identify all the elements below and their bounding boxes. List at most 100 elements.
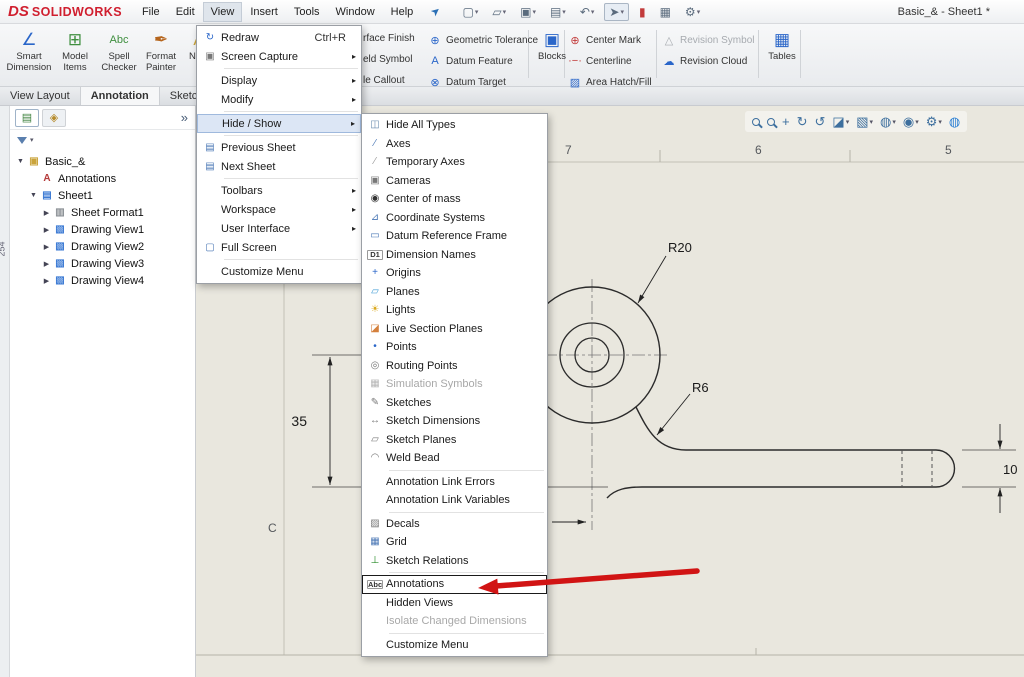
menu-item-hide-all-types[interactable]: ◫Hide All Types [362, 116, 547, 135]
zoom-to-area-button[interactable] [752, 118, 760, 126]
expand-down-icon[interactable]: ▼ [14, 158, 27, 165]
tree-item-basic[interactable]: ▼▣Basic_& [10, 153, 195, 170]
menu-item-origins[interactable]: +Origins [362, 264, 547, 283]
open-document-button[interactable]: ▱▾ [488, 3, 510, 21]
featuremanager-tab[interactable]: ▤ [15, 109, 39, 127]
expand-down-icon[interactable]: ▼ [27, 192, 40, 199]
pan-button[interactable]: + [782, 115, 790, 128]
r20-label[interactable]: R20 [668, 240, 692, 255]
menu-insert[interactable]: Insert [242, 2, 286, 22]
tree-item-sheet-format1[interactable]: ▶▥Sheet Format1 [10, 204, 195, 221]
view-orientation-button[interactable]: ▧▾ [856, 115, 873, 128]
menu-item-annotation-link-errors[interactable]: Annotation Link Errors [362, 473, 547, 492]
menu-item-redraw[interactable]: ↻RedrawCtrl+R [197, 28, 361, 47]
blocks-button[interactable]: ▣Blocks [532, 28, 572, 63]
print-button[interactable]: ▤▾ [546, 3, 570, 21]
expand-right-icon[interactable]: ▶ [40, 226, 53, 234]
menu-item-customize-menu[interactable]: Customize Menu [197, 262, 361, 281]
area-hatch-fill-button[interactable]: ▨Area Hatch/Fill [568, 73, 652, 91]
menu-item-hidden-views[interactable]: Hidden Views [362, 594, 547, 613]
menu-item-customize-menu[interactable]: Customize Menu [362, 636, 547, 655]
tree-item-drawing-view3[interactable]: ▶▧Drawing View3 [10, 255, 195, 272]
rotate-view-button[interactable]: ↻ [797, 115, 808, 128]
menu-item-display[interactable]: Display▸ [197, 71, 361, 90]
center-mark-button[interactable]: ⊕Center Mark [568, 31, 641, 49]
menu-item-modify[interactable]: Modify▸ [197, 90, 361, 109]
tables-button[interactable]: ▦Tables [762, 28, 802, 63]
menu-item-dimension-names[interactable]: D1Dimension Names [362, 246, 547, 265]
options-button[interactable]: ⚙▾ [681, 3, 704, 21]
menu-edit[interactable]: Edit [168, 2, 203, 22]
menu-item-datum-reference-frame[interactable]: ▭Datum Reference Frame [362, 227, 547, 246]
smart-dimension-button[interactable]: ∠Smart Dimension [6, 28, 52, 73]
revision-cloud-button[interactable]: ☁Revision Cloud [662, 52, 747, 70]
menu-item-routing-points[interactable]: ◎Routing Points [362, 357, 547, 376]
menu-window[interactable]: Window [328, 2, 383, 22]
model-items-button[interactable]: ⊞Model Items [52, 28, 98, 73]
menu-item-user-interface[interactable]: User Interface▸ [197, 219, 361, 238]
tree-filter[interactable]: ▾ [10, 130, 195, 150]
menu-item-live-section-planes[interactable]: ◪Live Section Planes [362, 320, 547, 339]
menu-help[interactable]: Help [383, 2, 422, 22]
tree-item-drawing-view4[interactable]: ▶▧Drawing View4 [10, 272, 195, 289]
menu-item-workspace[interactable]: Workspace▸ [197, 200, 361, 219]
save-button[interactable]: ▣▾ [516, 3, 540, 21]
hide-show-items-button[interactable]: ◉▾ [903, 115, 919, 128]
menu-item-simulation-symbols[interactable]: ▦Simulation Symbols [362, 375, 547, 394]
r6-label[interactable]: R6 [692, 380, 709, 395]
collapse-panel-button[interactable]: » [181, 110, 190, 125]
menu-item-sketch-dimensions[interactable]: ↔Sketch Dimensions [362, 412, 547, 431]
zoom-to-fit-button[interactable] [767, 118, 775, 126]
menu-item-points[interactable]: •Points [362, 338, 547, 357]
expand-right-icon[interactable]: ▶ [40, 243, 53, 251]
menu-item-cameras[interactable]: ▣Cameras [362, 172, 547, 191]
tree-item-drawing-view1[interactable]: ▶▧Drawing View1 [10, 221, 195, 238]
undo-button[interactable]: ↶▾ [576, 3, 599, 21]
menu-item-toolbars[interactable]: Toolbars▸ [197, 181, 361, 200]
tree-item-sheet1[interactable]: ▼▤Sheet1 [10, 187, 195, 204]
menu-item-annotations[interactable]: AbcAnnotations [362, 575, 547, 594]
expand-right-icon[interactable]: ▶ [40, 209, 53, 217]
menu-item-center-of-mass[interactable]: ◉Center of mass [362, 190, 547, 209]
menu-item-previous-sheet[interactable]: ▤Previous Sheet [197, 138, 361, 157]
menu-item-sketch-relations[interactable]: ⊥Sketch Relations [362, 552, 547, 571]
view-settings-button[interactable]: ⚙▾ [926, 115, 942, 128]
previous-view-button[interactable]: ↺ [815, 115, 826, 128]
menu-item-grid[interactable]: ▦Grid [362, 533, 547, 552]
displaymanager-tab[interactable]: ◈ [42, 109, 66, 127]
menu-item-lights[interactable]: ☀Lights [362, 301, 547, 320]
menu-item-full-screen[interactable]: ▢Full Screen [197, 238, 361, 257]
select-button[interactable]: ➤▾ [604, 3, 629, 21]
menu-item-sketches[interactable]: ✎Sketches [362, 394, 547, 413]
tab-view-layout[interactable]: View Layout [0, 87, 81, 105]
datum-target-button[interactable]: ⊗Datum Target [428, 73, 506, 91]
thickness-dimension-label[interactable]: 10 [1003, 462, 1017, 477]
menu-item-next-sheet[interactable]: ▤Next Sheet [197, 157, 361, 176]
revision-symbol-button[interactable]: △Revision Symbol [662, 31, 754, 49]
menu-item-isolate-changed-dimensions[interactable]: Isolate Changed Dimensions [362, 612, 547, 631]
globe-button[interactable]: ◍ [949, 115, 960, 128]
tree-item-drawing-view2[interactable]: ▶▧Drawing View2 [10, 238, 195, 255]
menu-item-planes[interactable]: ▱Planes [362, 283, 547, 302]
menu-item-coordinate-systems[interactable]: ⊿Coordinate Systems [362, 209, 547, 228]
menu-file[interactable]: File [134, 2, 168, 22]
menu-item-annotation-link-variables[interactable]: Annotation Link Variables [362, 491, 547, 510]
spell-checker-button[interactable]: AbcSpell Checker [96, 28, 142, 73]
pin-icon[interactable]: ➤ [428, 4, 443, 20]
geometric-tolerance-button[interactable]: ⊕Geometric Tolerance [428, 31, 538, 49]
menu-item-axes[interactable]: ⁄Axes [362, 135, 547, 154]
menu-item-screen-capture[interactable]: ▣Screen Capture▸ [197, 47, 361, 66]
centerline-button[interactable]: ·−·Centerline [568, 52, 632, 70]
menu-item-hide-show[interactable]: Hide / Show▸ [197, 114, 361, 133]
tab-annotation[interactable]: Annotation [81, 87, 160, 105]
menu-item-decals[interactable]: ▨Decals [362, 515, 547, 534]
tree-item-annotations[interactable]: AAnnotations [10, 170, 195, 187]
menu-view[interactable]: View [203, 2, 243, 22]
menu-item-sketch-planes[interactable]: ▱Sketch Planes [362, 431, 547, 450]
menu-tools[interactable]: Tools [286, 2, 328, 22]
expand-right-icon[interactable]: ▶ [40, 260, 53, 268]
height-dimension-label[interactable]: 35 [291, 413, 307, 429]
new-document-button[interactable]: ▢▾ [458, 3, 482, 21]
display-style-button[interactable]: ◍▾ [880, 115, 896, 128]
file-properties-button[interactable]: ▦ [656, 3, 675, 21]
